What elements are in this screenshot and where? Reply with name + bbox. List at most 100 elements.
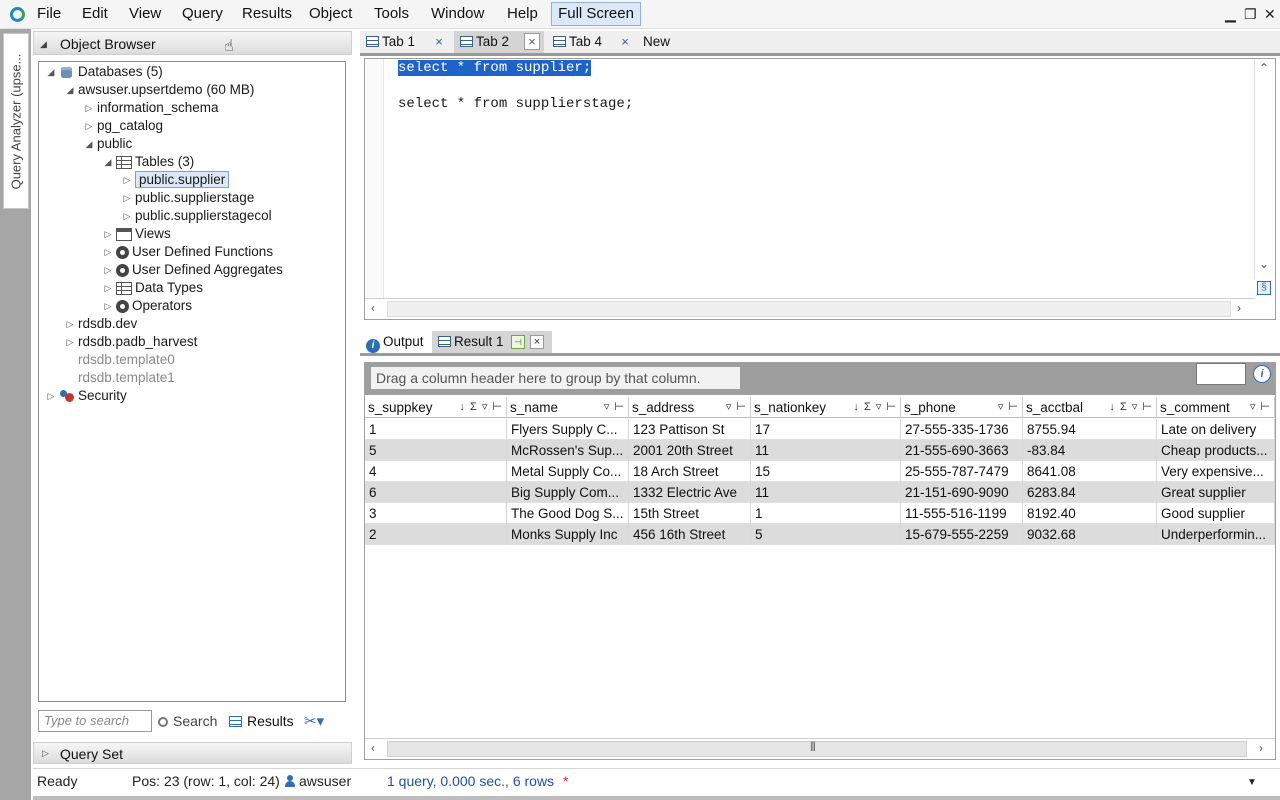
table-row[interactable]: 3 The Good Dog S... 15th Street 1 11-555-516…: [365, 503, 1275, 524]
object-search-input[interactable]: Type to search: [38, 710, 152, 732]
collapse-triangle-icon[interactable]: ◢: [81, 135, 97, 153]
expand-triangle-icon[interactable]: ▷: [119, 171, 135, 189]
column-header-s-nationkey[interactable]: s_nationkey ↓ Σ ▿ ⊢: [751, 397, 901, 418]
scroll-right-icon[interactable]: ›: [1237, 301, 1241, 315]
column-filter-icon[interactable]: ↓ Σ ▿ ⊢: [459, 397, 503, 417]
cell-s-comment[interactable]: Underperformin...: [1157, 524, 1275, 545]
grid-scroll-left-icon[interactable]: ‹: [371, 741, 375, 755]
scroll-up-icon[interactable]: ⌃: [1259, 61, 1269, 75]
cell-s-nationkey[interactable]: 5: [751, 524, 901, 545]
cell-s-comment[interactable]: Good supplier: [1157, 503, 1275, 524]
column-filter-icon[interactable]: ▿ ⊢: [726, 397, 747, 417]
expand-triangle-icon[interactable]: ▷: [119, 207, 135, 225]
query-analyzer-side-tab[interactable]: Query Analyzer (upse...: [3, 33, 29, 209]
tree-node-databases[interactable]: ◢ Databases (5): [43, 63, 163, 81]
cell-s-phone[interactable]: 15-679-555-2259: [901, 524, 1023, 545]
expand-triangle-icon[interactable]: ▷: [62, 333, 78, 351]
cell-s-acctbal[interactable]: 6283.84: [1023, 482, 1157, 503]
cell-s-phone[interactable]: 21-151-690-9090: [901, 482, 1023, 503]
cell-s-suppkey[interactable]: 4: [365, 461, 507, 482]
expand-triangle-icon[interactable]: ▷: [119, 189, 135, 207]
cell-s-name[interactable]: Flyers Supply C...: [507, 419, 629, 440]
cell-s-nationkey[interactable]: 1: [751, 503, 901, 524]
cell-s-name[interactable]: McRossen's Sup...: [507, 440, 629, 461]
tree-node-public-supplierstagecol[interactable]: ▷ public.supplierstagecol: [119, 207, 272, 225]
code-line-1[interactable]: select * from supplier;: [398, 60, 592, 76]
cell-s-comment[interactable]: Late on delivery: [1157, 419, 1275, 440]
menu-results[interactable]: Results: [242, 5, 292, 22]
tree-node-public-supplier[interactable]: ▷ public.supplier: [119, 171, 230, 189]
cell-s-nationkey[interactable]: 15: [751, 461, 901, 482]
cell-s-phone[interactable]: 21-555-690-3663: [901, 440, 1023, 461]
tree-node-rdsdb-template0[interactable]: rdsdb.template0: [62, 351, 175, 369]
tree-node-tables[interactable]: ◢ Tables (3): [100, 153, 195, 171]
code-line-2[interactable]: select * from supplierstage;: [398, 96, 633, 112]
tree-node-rdsdb-padb-harvest[interactable]: ▷ rdsdb.padb_harvest: [62, 333, 198, 351]
expand-triangle-icon[interactable]: ▷: [81, 99, 97, 117]
tree-node-views[interactable]: ▷ Views: [100, 225, 171, 243]
collapse-triangle-icon[interactable]: ◢: [43, 63, 59, 81]
cell-s-name[interactable]: The Good Dog S...: [507, 503, 629, 524]
scroll-down-icon[interactable]: ⌄: [1259, 257, 1269, 271]
tree-node-data-types[interactable]: ▷ Data Types: [100, 279, 204, 297]
expand-triangle-icon[interactable]: ▷: [43, 387, 59, 405]
object-browser-header[interactable]: ◢ Object Browser: [33, 31, 352, 55]
sql-editor[interactable]: select * from supplier; select * from su…: [364, 58, 1276, 320]
cell-s-address[interactable]: 18 Arch Street: [629, 461, 751, 482]
table-row[interactable]: 6 Big Supply Com... 1332 Electric Ave 11 21-…: [365, 482, 1275, 503]
search-button[interactable]: Search: [158, 713, 217, 729]
menu-object[interactable]: Object: [309, 5, 352, 22]
expand-triangle-icon[interactable]: ▷: [81, 117, 97, 135]
close-tab-2-icon[interactable]: ×: [524, 33, 540, 50]
grid-filter-input[interactable]: [1196, 363, 1246, 385]
tree-node-user-defined-functions[interactable]: ▷ User Defined Functions: [100, 243, 274, 261]
cell-s-comment[interactable]: Cheap products...: [1157, 440, 1275, 461]
editor-scroll-track[interactable]: [387, 301, 1231, 317]
cell-s-name[interactable]: Big Supply Com...: [507, 482, 629, 503]
menu-window[interactable]: Window: [431, 5, 484, 22]
grid-scroll-thumb[interactable]: [387, 741, 1247, 757]
expand-triangle-icon[interactable]: ▷: [100, 297, 116, 315]
menu-query[interactable]: Query: [182, 5, 223, 22]
expand-triangle-icon[interactable]: ▷: [100, 261, 116, 279]
cell-s-suppkey[interactable]: 2: [365, 524, 507, 545]
close-tab-4-icon[interactable]: ×: [617, 31, 633, 53]
cell-s-name[interactable]: Monks Supply Inc: [507, 524, 629, 545]
expand-triangle-icon[interactable]: ▷: [42, 748, 49, 759]
close-result-icon[interactable]: ×: [530, 335, 544, 349]
cell-s-nationkey[interactable]: 11: [751, 440, 901, 461]
new-tab-button[interactable]: New: [643, 31, 683, 53]
tree-node-public-supplierstage[interactable]: ▷ public.supplierstage: [119, 189, 255, 207]
column-filter-icon[interactable]: ↓ Σ ▿ ⊢: [853, 397, 897, 417]
column-header-s-name[interactable]: s_name ▿ ⊢: [507, 397, 629, 418]
restore-icon[interactable]: ❐: [1244, 6, 1257, 23]
collapse-triangle-icon[interactable]: ◢: [40, 39, 47, 50]
group-by-panel[interactable]: Drag a column header here to group by th…: [365, 363, 1275, 395]
results-button[interactable]: Results: [229, 713, 294, 729]
pin-icon[interactable]: ⊣: [511, 335, 525, 349]
menu-tools[interactable]: Tools: [374, 5, 409, 22]
collapse-triangle-icon[interactable]: ◢: [100, 153, 116, 171]
tree-node-information-schema[interactable]: ▷ information_schema: [81, 99, 219, 117]
cell-s-acctbal[interactable]: 8192.40: [1023, 503, 1157, 524]
column-filter-icon[interactable]: ▿ ⊢: [604, 397, 625, 417]
cell-s-suppkey[interactable]: 6: [365, 482, 507, 503]
query-set-header[interactable]: ▷ Query Set: [33, 742, 352, 764]
menu-help[interactable]: Help: [507, 5, 538, 22]
cell-s-address[interactable]: 1332 Electric Ave: [629, 482, 751, 503]
column-filter-icon[interactable]: ▿ ⊢: [1250, 397, 1271, 417]
column-header-s-address[interactable]: s_address ▿ ⊢: [629, 397, 751, 418]
table-row[interactable]: 5 McRossen's Sup... 2001 20th Street 11 21-5…: [365, 440, 1275, 461]
cell-s-acctbal[interactable]: 8755.94: [1023, 419, 1157, 440]
tools-menu-icon[interactable]: ✂▾: [304, 712, 324, 730]
cell-s-address[interactable]: 123 Pattison St: [629, 419, 751, 440]
menu-view[interactable]: View: [129, 5, 161, 22]
cell-s-suppkey[interactable]: 5: [365, 440, 507, 461]
editor-vertical-scrollbar[interactable]: ⌃ ⌄: [1254, 59, 1275, 279]
cell-s-acctbal[interactable]: 9032.68: [1023, 524, 1157, 545]
status-dropdown-icon[interactable]: ▼: [1247, 777, 1257, 788]
cell-s-comment[interactable]: Great supplier: [1157, 482, 1275, 503]
tree-node-security[interactable]: ▷ Security: [43, 387, 127, 405]
grid-horizontal-scrollbar[interactable]: ‹ ›: [365, 738, 1275, 759]
scroll-left-icon[interactable]: ‹: [371, 301, 375, 315]
